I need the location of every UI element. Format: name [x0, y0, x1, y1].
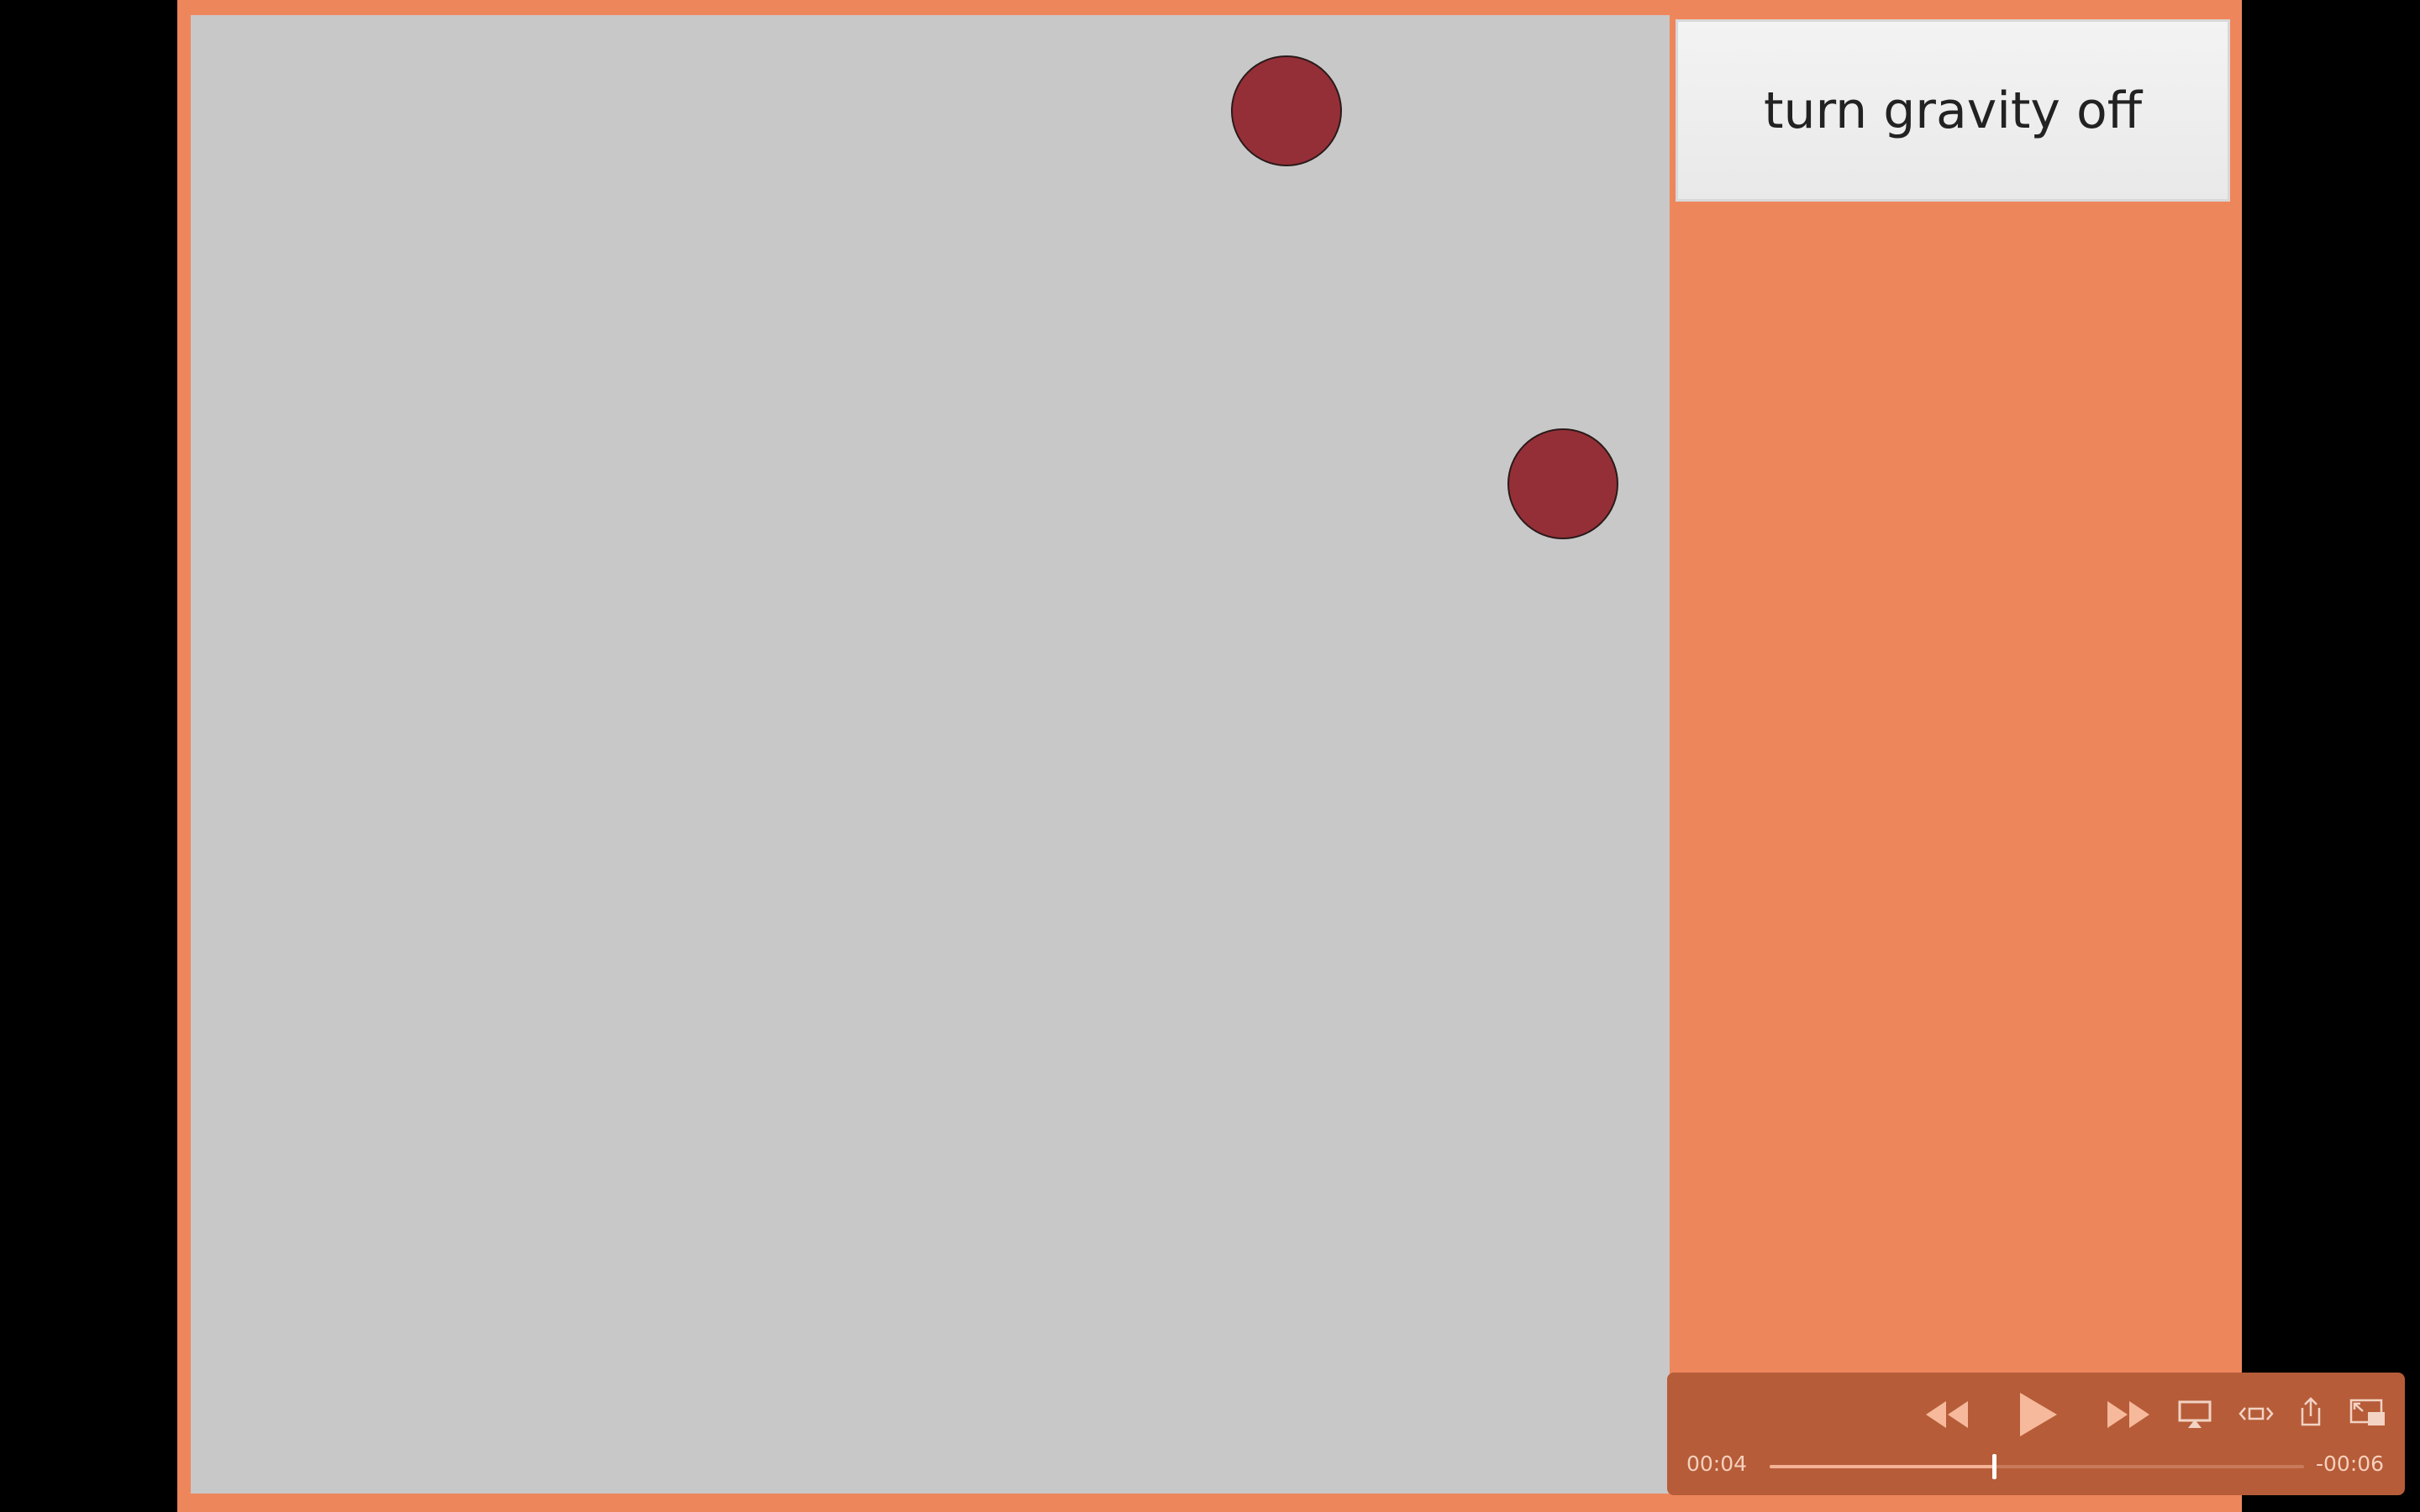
progress-bar[interactable]: [1770, 1454, 2304, 1479]
ball: [1507, 428, 1618, 539]
video-controls: 00:04 -00:06: [1667, 1373, 2405, 1495]
airplay-icon[interactable]: [2178, 1399, 2212, 1430]
elapsed-time: 00:04: [1686, 1452, 1748, 1476]
simulation-canvas: [191, 15, 1670, 1494]
fast-forward-icon[interactable]: [2102, 1398, 2153, 1431]
progress-handle[interactable]: [1992, 1454, 1997, 1479]
play-icon[interactable]: [2015, 1389, 2062, 1440]
picture-in-picture-icon[interactable]: [2349, 1398, 2386, 1428]
ball: [1231, 55, 1342, 166]
progress-fill: [1770, 1465, 1995, 1468]
gravity-toggle-button[interactable]: turn gravity off: [1676, 19, 2230, 202]
share-icon[interactable]: [2299, 1396, 2323, 1428]
video-frame: turn gravity off: [177, 0, 2242, 1512]
remaining-time: -00:06: [2316, 1452, 2385, 1476]
fit-screen-icon[interactable]: [2238, 1401, 2274, 1426]
rewind-icon[interactable]: [1923, 1398, 1973, 1431]
